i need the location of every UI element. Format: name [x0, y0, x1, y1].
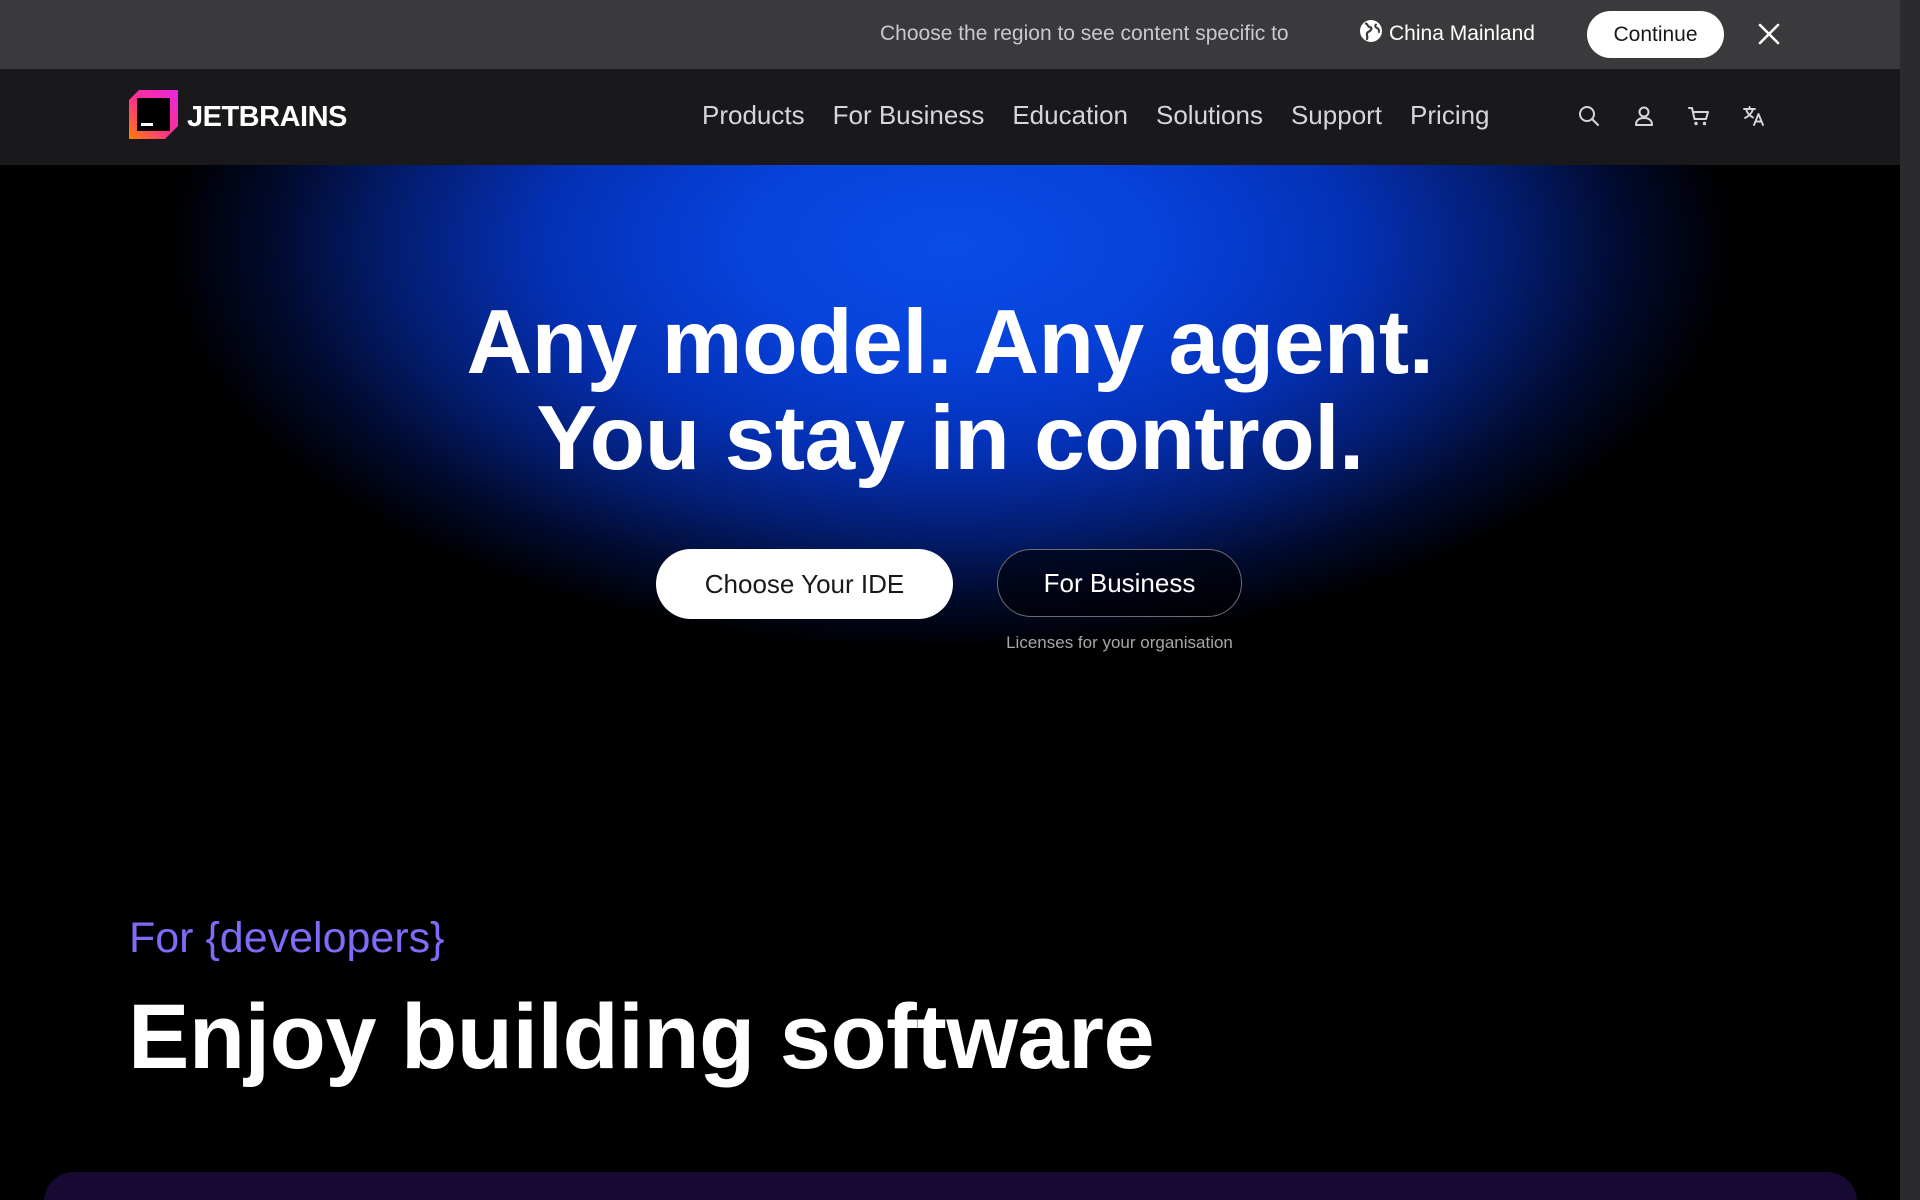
nav-item-support[interactable]: Support	[1277, 100, 1396, 131]
globe-icon	[1359, 19, 1383, 49]
region-banner-text: Choose the region to see content specifi…	[880, 22, 1289, 45]
region-name: China Mainland	[1389, 22, 1535, 45]
page: Choose the region to see content specifi…	[0, 0, 1900, 1200]
nav-item-pricing[interactable]: Pricing	[1396, 100, 1503, 131]
developers-title: Enjoy building software	[128, 986, 1155, 1088]
for-business-caption: Licenses for your organisation	[1006, 633, 1233, 652]
nav-icons	[1577, 104, 1766, 128]
scrollbar[interactable]	[1900, 0, 1920, 1200]
translate-icon[interactable]	[1742, 104, 1766, 128]
hero-title-line-1: Any model. Any agent.	[466, 292, 1434, 393]
continue-button[interactable]: Continue	[1587, 11, 1724, 58]
nav-links: Products For Business Education Solution…	[702, 100, 1504, 131]
user-icon[interactable]	[1632, 104, 1656, 128]
for-business-button[interactable]: For Business	[997, 549, 1242, 617]
close-icon[interactable]	[1754, 19, 1784, 49]
hero-section: Any model. Any agent. You stay in contro…	[0, 165, 1900, 725]
developers-card	[44, 1172, 1857, 1200]
nav-item-products[interactable]: Products	[702, 100, 819, 131]
nav-item-solutions[interactable]: Solutions	[1142, 100, 1277, 131]
developers-eyebrow: For {developers}	[129, 914, 445, 962]
logo-text: JETBRAINS	[187, 100, 347, 133]
jetbrains-logo-icon	[129, 90, 178, 144]
search-icon[interactable]	[1577, 104, 1601, 128]
jetbrains-logo[interactable]: JETBRAINS	[129, 90, 347, 144]
region-selector[interactable]: China Mainland	[1359, 20, 1535, 48]
hero-title: Any model. Any agent. You stay in contro…	[0, 295, 1900, 487]
hero-title-line-2: You stay in control.	[536, 388, 1364, 489]
region-banner: Choose the region to see content specifi…	[0, 0, 1900, 70]
nav-item-education[interactable]: Education	[998, 100, 1142, 131]
nav-item-for-business[interactable]: For Business	[819, 100, 999, 131]
cart-icon[interactable]	[1687, 104, 1711, 128]
choose-your-ide-button[interactable]: Choose Your IDE	[656, 549, 953, 619]
